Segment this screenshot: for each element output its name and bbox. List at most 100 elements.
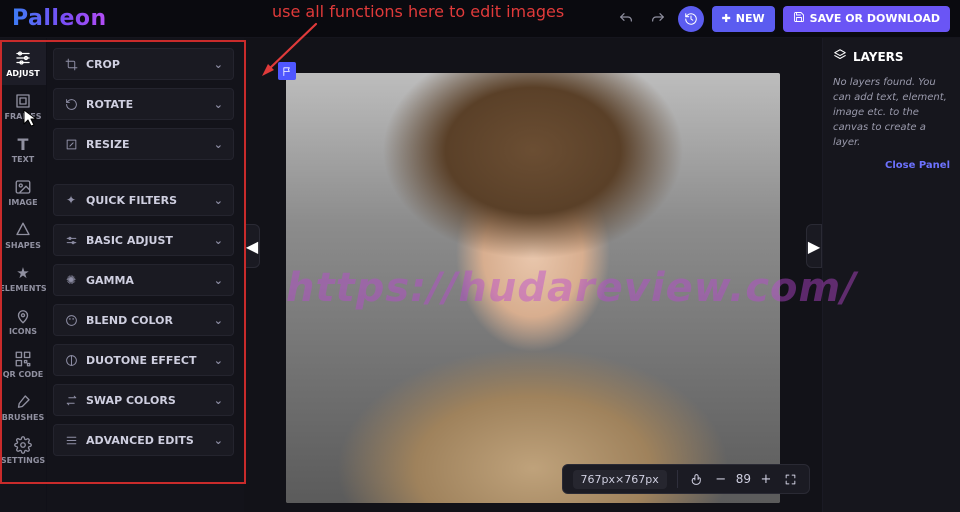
new-button-label: NEW — [736, 12, 765, 25]
duotone-icon — [64, 354, 78, 367]
rail-label: ADJUST — [6, 69, 40, 78]
accordion-label: DUOTONE EFFECT — [86, 354, 196, 367]
palette-icon — [64, 314, 78, 327]
rail-item-text[interactable]: T TEXT — [0, 128, 46, 171]
plus-icon: ✚ — [722, 12, 731, 25]
zoom-in-button[interactable]: + — [757, 470, 775, 488]
chevron-down-icon: ⌄ — [214, 314, 223, 327]
accordion-label: CROP — [86, 58, 120, 71]
chevron-down-icon: ⌄ — [214, 138, 223, 151]
canvas-area: https://hudareview.com/ 767px×767px − 89… — [244, 38, 822, 512]
chevron-down-icon: ⌄ — [214, 434, 223, 447]
text-icon: T — [14, 135, 32, 153]
canvas-image[interactable] — [286, 73, 780, 503]
rail-item-icons[interactable]: ICONS — [0, 300, 46, 343]
rail-label: QR CODE — [3, 370, 44, 379]
rail-label: SHAPES — [5, 241, 41, 250]
accordion-label: GAMMA — [86, 274, 134, 287]
image-icon — [14, 178, 32, 196]
app-body: ADJUST FRAMES T TEXT IMAGE SHAPES ★ ELEM… — [0, 38, 960, 512]
history-button[interactable] — [678, 6, 704, 32]
accordion-label: QUICK FILTERS — [86, 194, 177, 207]
accordion-basic-adjust[interactable]: BASIC ADJUST ⌄ — [53, 224, 234, 256]
brand-logo: Palleon — [12, 6, 107, 31]
rail-item-brushes[interactable]: BRUSHES — [0, 386, 46, 429]
rail-label: BRUSHES — [2, 413, 44, 422]
chevron-down-icon: ⌄ — [214, 234, 223, 247]
chevron-down-icon: ⌄ — [214, 58, 223, 71]
adjust-panel: CROP ⌄ ROTATE ⌄ RESIZE ⌄ ✦ QUICK FILTERS … — [46, 38, 244, 512]
chevron-down-icon: ⌄ — [214, 354, 223, 367]
sliders-icon — [64, 234, 78, 247]
rail-label: ELEMENTS — [0, 284, 47, 293]
rail-label: IMAGE — [8, 198, 37, 207]
new-button[interactable]: ✚ NEW — [712, 6, 775, 32]
zoom-out-button[interactable]: − — [712, 470, 730, 488]
rail-label: SETTINGS — [1, 456, 45, 465]
pan-button[interactable] — [688, 470, 706, 488]
layers-icon — [833, 48, 847, 65]
accordion-label: SWAP COLORS — [86, 394, 176, 407]
accordion-label: ROTATE — [86, 98, 133, 111]
layers-panel: LAYERS No layers found. You can add text… — [822, 38, 960, 512]
accordion-swap-colors[interactable]: SWAP COLORS ⌄ — [53, 384, 234, 416]
canvas-flag-button[interactable] — [278, 62, 296, 80]
rail-item-image[interactable]: IMAGE — [0, 171, 46, 214]
save-button-label: SAVE OR DOWNLOAD — [810, 12, 940, 25]
accordion-label: ADVANCED EDITS — [86, 434, 194, 447]
accordion-crop[interactable]: CROP ⌄ — [53, 48, 234, 80]
tool-rail: ADJUST FRAMES T TEXT IMAGE SHAPES ★ ELEM… — [0, 38, 46, 512]
accordion-quick-filters[interactable]: ✦ QUICK FILTERS ⌄ — [53, 184, 234, 216]
rail-item-frames[interactable]: FRAMES — [0, 85, 46, 128]
collapse-right-panel-button[interactable]: ▶ — [806, 224, 822, 268]
rail-label: ICONS — [9, 327, 37, 336]
rail-item-shapes[interactable]: SHAPES — [0, 214, 46, 257]
accordion-resize[interactable]: RESIZE ⌄ — [53, 128, 234, 160]
accordion-blend-color[interactable]: BLEND COLOR ⌄ — [53, 304, 234, 336]
frame-icon — [14, 92, 32, 110]
adjust-group-transform: CROP ⌄ ROTATE ⌄ RESIZE ⌄ — [53, 48, 234, 160]
top-actions: ✚ NEW SAVE OR DOWNLOAD — [614, 6, 950, 32]
save-button[interactable]: SAVE OR DOWNLOAD — [783, 6, 950, 32]
shapes-icon — [14, 221, 32, 239]
layers-close-link[interactable]: Close Panel — [833, 160, 950, 171]
rail-item-qrcode[interactable]: QR CODE — [0, 343, 46, 386]
advanced-icon — [64, 434, 78, 447]
accordion-duotone[interactable]: DUOTONE EFFECT ⌄ — [53, 344, 234, 376]
layers-empty-message: No layers found. You can add text, eleme… — [833, 75, 950, 150]
accordion-label: BLEND COLOR — [86, 314, 173, 327]
rail-label: TEXT — [12, 155, 35, 164]
crop-icon — [64, 58, 78, 71]
gear-icon — [14, 436, 32, 454]
canvas-photo-placeholder — [286, 73, 780, 503]
adjust-group-effects: ✦ QUICK FILTERS ⌄ BASIC ADJUST ⌄ ✺ GAMMA ⌄… — [53, 184, 234, 456]
fullscreen-button[interactable] — [781, 470, 799, 488]
accordion-label: RESIZE — [86, 138, 130, 151]
layers-title-text: LAYERS — [853, 50, 904, 64]
accordion-gamma[interactable]: ✺ GAMMA ⌄ — [53, 264, 234, 296]
canvas-bottom-bar: 767px×767px − 89 + — [562, 464, 810, 494]
undo-button[interactable] — [614, 7, 638, 31]
rail-label: FRAMES — [4, 112, 41, 121]
accordion-rotate[interactable]: ROTATE ⌄ — [53, 88, 234, 120]
chevron-down-icon: ⌄ — [214, 98, 223, 111]
wand-icon: ✦ — [64, 193, 78, 207]
canvas-wrap: https://hudareview.com/ — [286, 73, 780, 503]
redo-button[interactable] — [646, 7, 670, 31]
swap-icon — [64, 394, 78, 407]
sliders-icon — [14, 49, 32, 67]
chevron-down-icon: ⌄ — [214, 394, 223, 407]
collapse-left-panel-button[interactable]: ◀ — [244, 224, 260, 268]
brush-icon — [14, 393, 32, 411]
save-icon — [793, 11, 805, 26]
accordion-advanced-edits[interactable]: ADVANCED EDITS ⌄ — [53, 424, 234, 456]
rotate-icon — [64, 98, 78, 111]
rail-item-adjust[interactable]: ADJUST — [0, 42, 46, 85]
qr-icon — [14, 350, 32, 368]
chevron-down-icon: ⌄ — [214, 194, 223, 207]
rail-item-settings[interactable]: SETTINGS — [0, 429, 46, 472]
chevron-down-icon: ⌄ — [214, 274, 223, 287]
zoom-value: 89 — [736, 472, 751, 486]
sun-icon: ✺ — [64, 273, 78, 287]
rail-item-elements[interactable]: ★ ELEMENTS — [0, 257, 46, 300]
